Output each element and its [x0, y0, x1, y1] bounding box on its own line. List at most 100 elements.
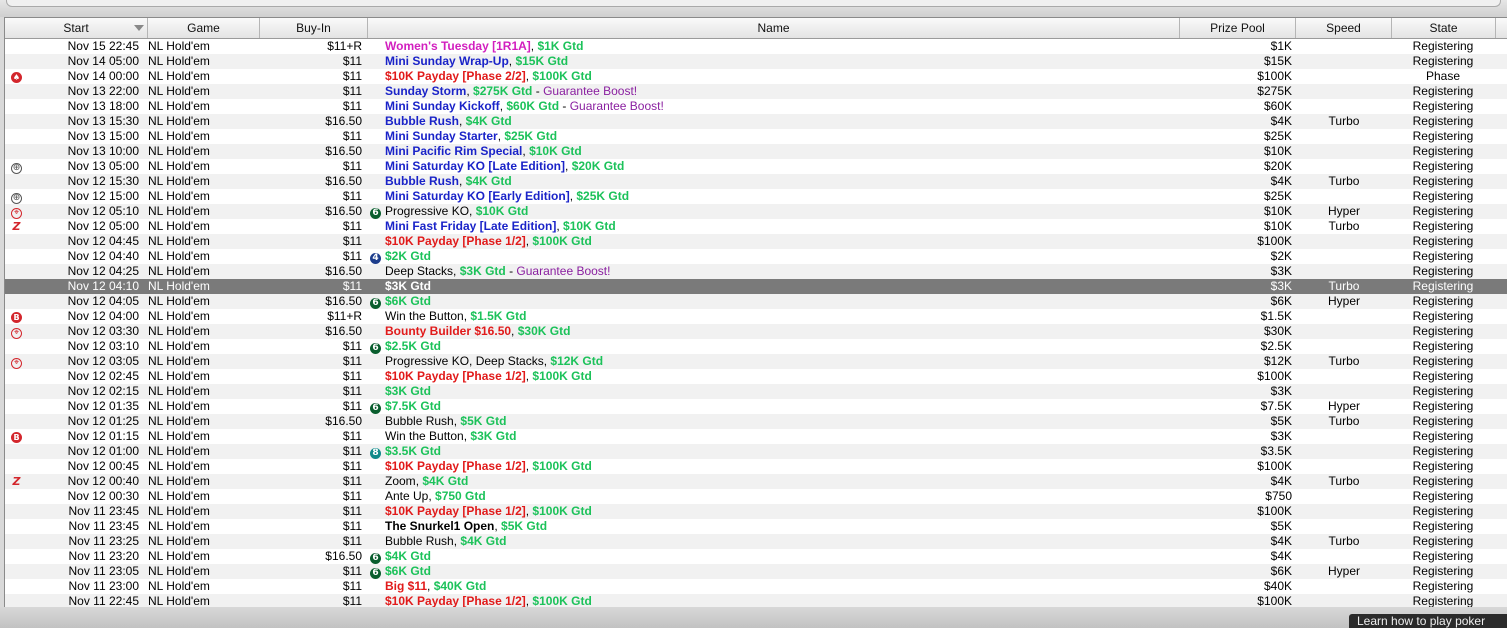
- tournament-name: Win the Button, $1.5K Gtd: [385, 309, 1175, 324]
- table-row[interactable]: Nov 12 01:00 NL Hold'em $11 8 $3.5K Gtd $3.5K…: [5, 444, 1507, 459]
- badge-cell: [369, 579, 385, 594]
- row-icon-cell: ♠: [11, 69, 27, 84]
- badge-cell: [369, 84, 385, 99]
- game-type: NL Hold'em: [148, 564, 210, 578]
- start-time: Nov 12 01:35: [67, 399, 139, 413]
- name-segment: $10K Payday [Phase 1/2]: [385, 234, 526, 248]
- state: Registering: [1412, 39, 1474, 53]
- table-row[interactable]: Nov 11 23:25 NL Hold'em $11 Bubble Rush, $4…: [5, 534, 1507, 549]
- tournament-name: $4K Gtd: [385, 549, 1175, 564]
- table-row[interactable]: Nov 13 15:00 NL Hold'em $11 Mini Sunday Sta…: [5, 129, 1507, 144]
- table-row[interactable]: Nov 12 02:15 NL Hold'em $11 $3K Gtd $3K Regis…: [5, 384, 1507, 399]
- name-segment: $25K Gtd: [504, 129, 558, 143]
- tournament-name: Progressive KO, $10K Gtd: [385, 204, 1175, 219]
- table-row[interactable]: Nov 11 23:00 NL Hold'em $11 Big $11, $40K G…: [5, 579, 1507, 594]
- table-row[interactable]: Nov 15 22:45 NL Hold'em $11+R Women's Tuesd…: [5, 39, 1507, 54]
- tournament-name: $6K Gtd: [385, 294, 1175, 309]
- table-row[interactable]: B Nov 12 04:00 NL Hold'em $11+R Win the Butt…: [5, 309, 1507, 324]
- state: Registering: [1412, 564, 1474, 578]
- name-segment: -: [532, 84, 544, 98]
- table-row[interactable]: Nov 13 18:00 NL Hold'em $11 Mini Sunday Kic…: [5, 99, 1507, 114]
- table-row[interactable]: Nov 11 23:45 NL Hold'em $11 $10K Payday [Ph…: [5, 504, 1507, 519]
- table-row[interactable]: ⌖ Nov 12 03:30 NL Hold'em $16.50 Bounty Buil…: [5, 324, 1507, 339]
- state: Registering: [1412, 54, 1474, 68]
- state: Registering: [1412, 579, 1474, 593]
- table-row[interactable]: Nov 12 04:40 NL Hold'em $11 4 $2K Gtd $2K Regi…: [5, 249, 1507, 264]
- prize-pool: $40K: [1263, 579, 1292, 593]
- column-speed[interactable]: Speed: [1296, 18, 1392, 38]
- column-buyin[interactable]: Buy-In: [260, 18, 368, 38]
- learn-poker-link[interactable]: Learn how to play poker: [1349, 614, 1507, 628]
- tournament-list[interactable]: Start Game Buy-In Name Prize Pool Speed …: [4, 17, 1507, 608]
- button-b-icon: B: [11, 312, 22, 323]
- table-row[interactable]: Nov 13 15:30 NL Hold'em $16.50 Bubble Rush,…: [5, 114, 1507, 129]
- table-row[interactable]: Nov 14 05:00 NL Hold'em $11 Mini Sunday Wra…: [5, 54, 1507, 69]
- state: Registering: [1412, 144, 1474, 158]
- table-row[interactable]: ⊕ Nov 13 05:00 NL Hold'em $11 Mini Saturday …: [5, 159, 1507, 174]
- name-segment: Big $11: [385, 579, 428, 593]
- table-row[interactable]: B Nov 12 01:15 NL Hold'em $11 Win the Button…: [5, 429, 1507, 444]
- game-type: NL Hold'em: [148, 39, 210, 53]
- tournament-name: $10K Payday [Phase 1/2], $100K Gtd: [385, 504, 1175, 519]
- name-segment: ,: [427, 579, 434, 593]
- game-type: NL Hold'em: [148, 144, 210, 158]
- table-row[interactable]: Z Nov 12 05:00 NL Hold'em $11 Mini Fast Frid…: [5, 219, 1507, 234]
- row-icon-cell: [11, 579, 27, 594]
- table-row[interactable]: ⊕ Nov 12 15:00 NL Hold'em $11 Mini Saturday …: [5, 189, 1507, 204]
- name-segment: $100K Gtd: [532, 504, 592, 518]
- game-type: NL Hold'em: [148, 354, 210, 368]
- table-row[interactable]: Nov 13 22:00 NL Hold'em $11 Sunday Storm, $…: [5, 84, 1507, 99]
- buy-in: $11: [342, 579, 362, 593]
- table-row[interactable]: Nov 11 23:45 NL Hold'em $11 The Snurkel1 Op…: [5, 519, 1507, 534]
- name-segment: Ante Up: [385, 489, 429, 503]
- row-icon-cell: ⌖: [11, 324, 27, 339]
- table-row[interactable]: Nov 12 04:45 NL Hold'em $11 $10K Payday [Ph…: [5, 234, 1507, 249]
- row-icon-cell: [11, 384, 27, 399]
- start-time: Nov 12 00:40: [67, 474, 139, 488]
- column-game[interactable]: Game: [148, 18, 260, 38]
- table-row[interactable]: Nov 13 10:00 NL Hold'em $16.50 Mini Pacific…: [5, 144, 1507, 159]
- column-state[interactable]: State: [1392, 18, 1496, 38]
- table-row[interactable]: Nov 12 03:10 NL Hold'em $11 6 $2.5K Gtd $2.5K…: [5, 339, 1507, 354]
- speed: [1298, 129, 1390, 144]
- table-row[interactable]: Nov 12 04:05 NL Hold'em $16.50 6 $6K Gtd $6K H…: [5, 294, 1507, 309]
- table-row[interactable]: Nov 11 22:45 NL Hold'em $11 $10K Payday [Ph…: [5, 594, 1507, 608]
- tournament-name: Bubble Rush, $5K Gtd: [385, 414, 1175, 429]
- table-row[interactable]: Nov 11 23:05 NL Hold'em $11 6 $6K Gtd $6K Hype…: [5, 564, 1507, 579]
- column-name[interactable]: Name: [368, 18, 1180, 38]
- start-time: Nov 11 22:45: [68, 594, 140, 608]
- prize-pool: $4K: [1270, 474, 1292, 488]
- table-row[interactable]: Nov 12 00:30 NL Hold'em $11 Ante Up, $750 G…: [5, 489, 1507, 504]
- state: Registering: [1412, 369, 1474, 383]
- table-row[interactable]: Nov 12 15:30 NL Hold'em $16.50 Bubble Rush,…: [5, 174, 1507, 189]
- table-row[interactable]: Nov 12 01:25 NL Hold'em $16.50 Bubble Rush,…: [5, 414, 1507, 429]
- start-time: Nov 12 00:30: [67, 489, 139, 503]
- speed: [1298, 384, 1390, 399]
- table-row[interactable]: Nov 11 23:20 NL Hold'em $16.50 6 $4K Gtd $4K R…: [5, 549, 1507, 564]
- table-row[interactable]: Nov 12 04:10 NL Hold'em $11 $3K Gtd $3K Turbo…: [5, 279, 1507, 294]
- speed: [1298, 429, 1390, 444]
- table-row[interactable]: ⌖ Nov 12 05:10 NL Hold'em $16.50 6 Progressiv…: [5, 204, 1507, 219]
- table-row[interactable]: ♠ Nov 14 00:00 NL Hold'em $11 $10K Payday [P…: [5, 69, 1507, 84]
- game-type: NL Hold'em: [148, 414, 210, 428]
- table-row[interactable]: ⌖ Nov 12 03:05 NL Hold'em $11 Progressive KO…: [5, 354, 1507, 369]
- tournament-name: $10K Payday [Phase 1/2], $100K Gtd: [385, 369, 1175, 384]
- badge-cell: [369, 504, 385, 519]
- max-players-badge-icon: 8: [370, 448, 381, 459]
- buy-in: $11: [342, 489, 362, 503]
- table-row[interactable]: Nov 12 04:25 NL Hold'em $16.50 Deep Stacks,…: [5, 264, 1507, 279]
- state: Registering: [1412, 294, 1474, 308]
- table-row[interactable]: Nov 12 00:45 NL Hold'em $11 $10K Payday [Ph…: [5, 459, 1507, 474]
- column-prize-pool[interactable]: Prize Pool: [1180, 18, 1296, 38]
- start-time: Nov 12 05:10: [67, 204, 139, 218]
- table-row[interactable]: Nov 12 02:45 NL Hold'em $11 $10K Payday [Ph…: [5, 369, 1507, 384]
- badge-cell: [369, 144, 385, 159]
- row-icon-cell: [11, 264, 27, 279]
- speed: [1298, 99, 1390, 114]
- name-segment: $750 Gtd: [435, 489, 486, 503]
- table-row[interactable]: Nov 12 01:35 NL Hold'em $11 6 $7.5K Gtd $7.5K…: [5, 399, 1507, 414]
- row-icon-cell: [11, 534, 27, 549]
- column-start[interactable]: Start: [5, 18, 148, 38]
- name-segment: $20K Gtd: [571, 159, 625, 173]
- table-row[interactable]: Z Nov 12 00:40 NL Hold'em $11 Zoom, $4K Gtd $…: [5, 474, 1507, 489]
